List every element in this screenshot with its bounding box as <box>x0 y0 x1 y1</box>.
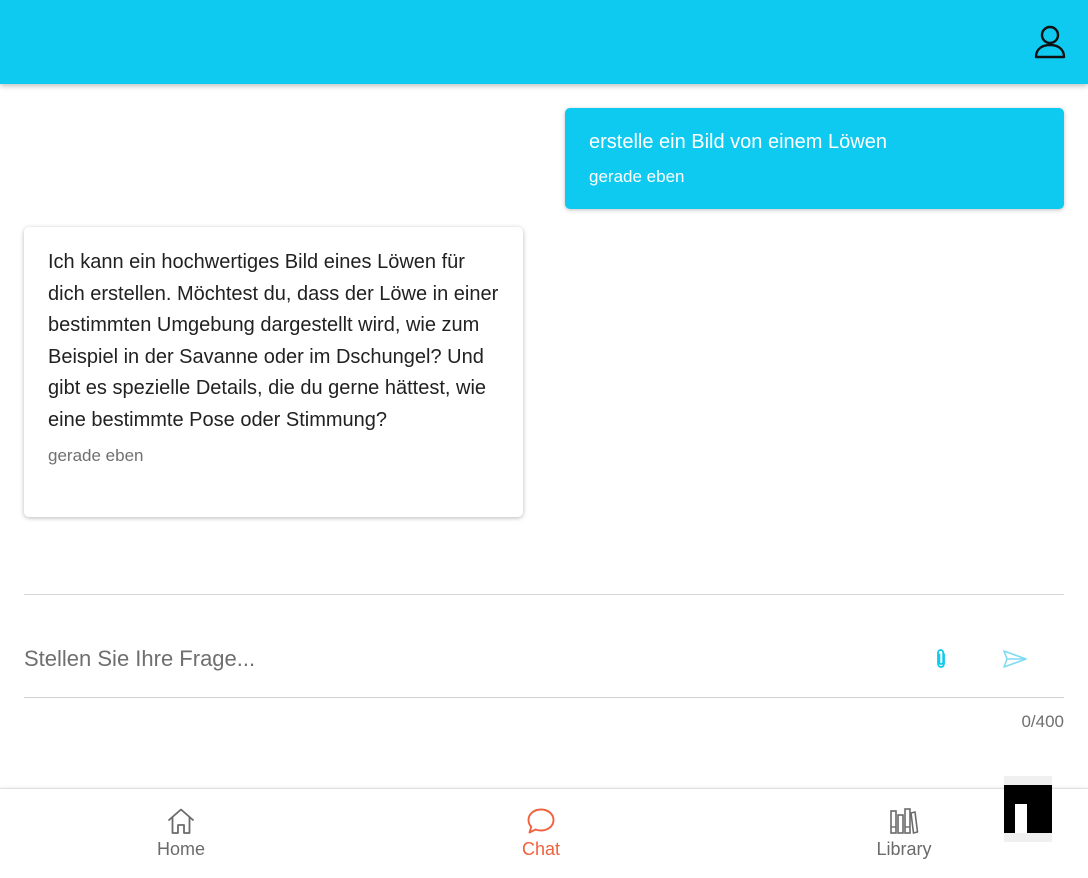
message-text: erstelle ein Bild von einem Löwen <box>589 131 887 153</box>
message-time: gerade eben <box>48 446 144 465</box>
widget-icon <box>1004 785 1052 833</box>
nav-item-library[interactable]: Library <box>844 807 964 867</box>
nav-label: Library <box>876 839 932 859</box>
attach-button[interactable] <box>928 646 954 672</box>
paperclip-icon <box>937 649 945 668</box>
question-input[interactable] <box>24 630 904 688</box>
message-list: erstelle ein Bild von einem Löwen gerade… <box>0 84 1088 584</box>
nav-item-chat[interactable]: Chat <box>481 807 601 867</box>
composer-divider-bottom <box>24 697 1064 698</box>
bottom-navigation: Home Chat Library <box>0 788 1088 878</box>
send-icon <box>1003 650 1027 668</box>
nav-label: Home <box>156 839 205 859</box>
profile-button[interactable] <box>1030 22 1070 62</box>
message-time: gerade eben <box>589 167 685 186</box>
user-icon <box>1034 25 1066 59</box>
composer-divider-top <box>24 594 1064 595</box>
home-icon <box>168 808 194 834</box>
library-icon <box>890 808 919 834</box>
app-header <box>0 0 1088 84</box>
nav-item-home[interactable]: Home <box>121 807 241 867</box>
nav-label: Chat <box>521 839 561 859</box>
assistant-message: Ich kann ein hochwertiges Bild eines Löw… <box>24 227 523 517</box>
send-button[interactable] <box>1000 644 1030 674</box>
user-message: erstelle ein Bild von einem Löwen gerade… <box>565 108 1064 209</box>
message-text: Ich kann ein hochwertiges Bild eines Löw… <box>48 251 499 431</box>
floating-widget-button[interactable] <box>1004 776 1052 842</box>
character-counter: 0/400 <box>1021 712 1064 731</box>
composer <box>24 630 1064 688</box>
chat-bubble-icon <box>527 808 555 834</box>
